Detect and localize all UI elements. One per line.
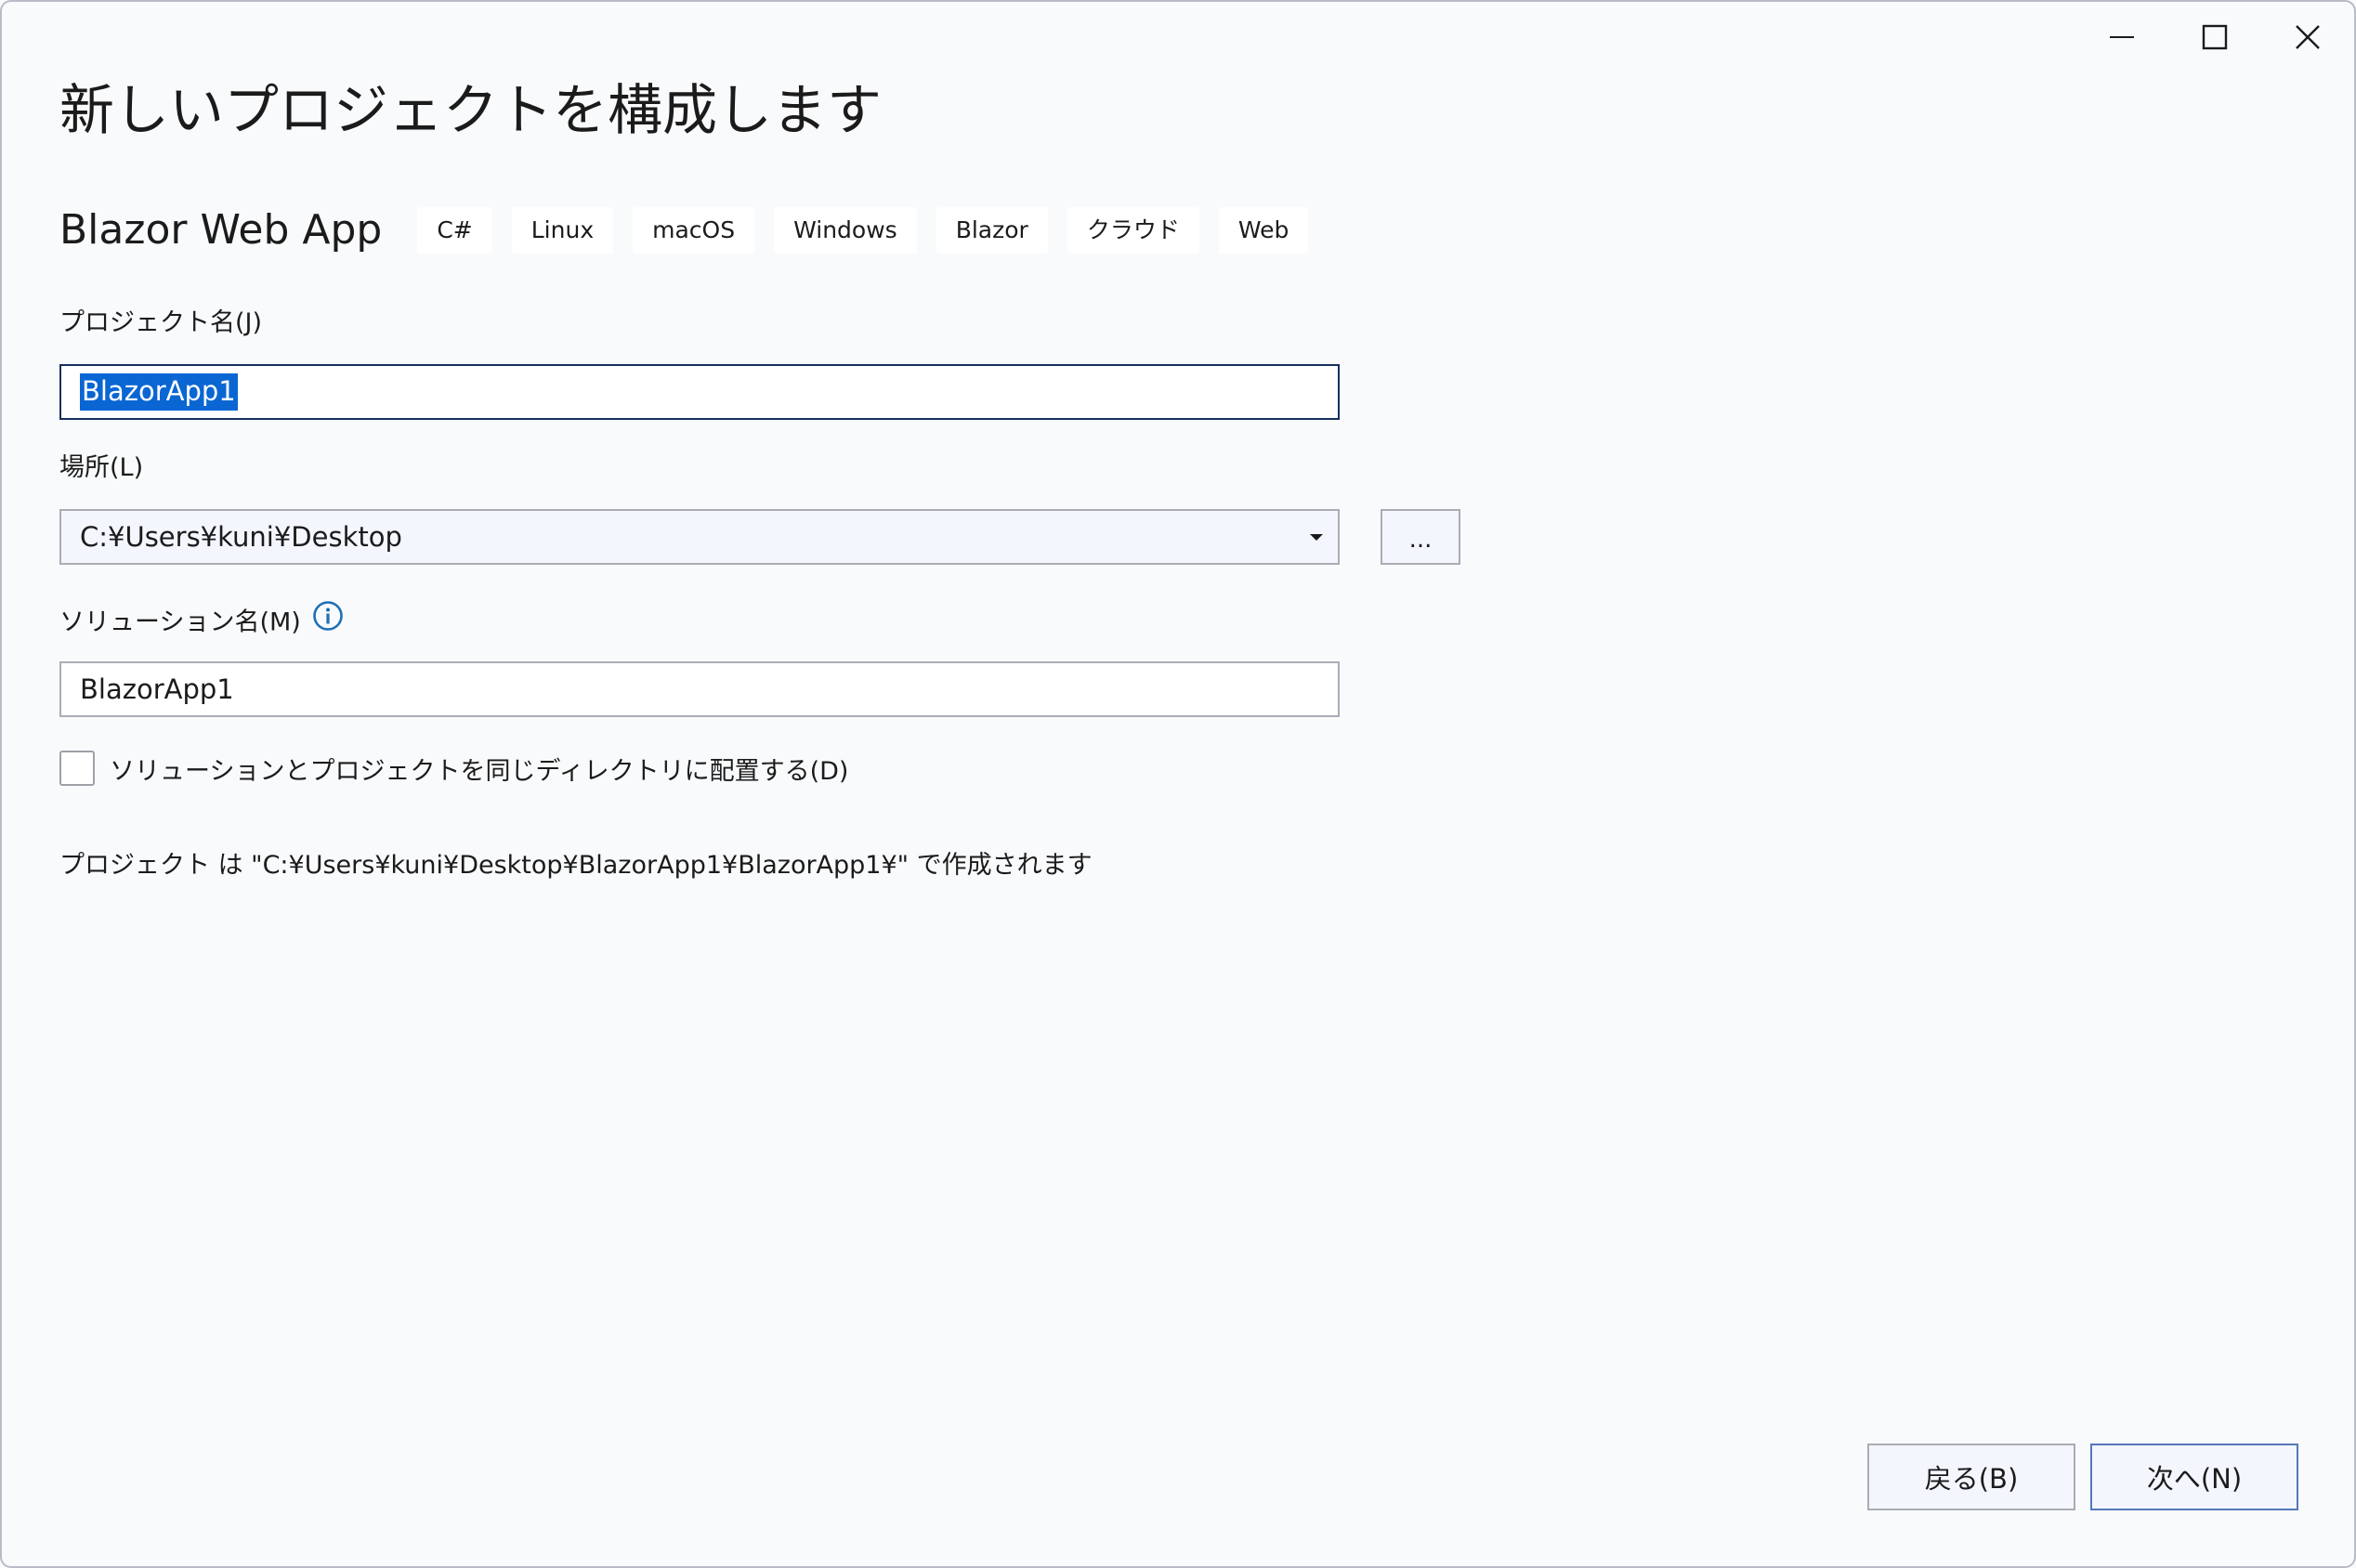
maximize-button[interactable] (2168, 2, 2261, 72)
back-button[interactable]: 戻る(B) (1867, 1444, 2075, 1510)
solution-name-value: BlazorApp1 (80, 673, 234, 705)
dialog-window: 新しいプロジェクトを構成します Blazor Web App C# Linux … (0, 0, 2356, 1568)
minimize-button[interactable] (2075, 2, 2168, 72)
tag-web: Web (1218, 207, 1309, 254)
project-name-input[interactable]: BlazorApp1 (59, 364, 1340, 420)
tag-cloud: クラウド (1067, 207, 1199, 254)
next-button[interactable]: 次へ(N) (2090, 1444, 2298, 1510)
tag-macos: macOS (633, 207, 755, 254)
solution-name-input[interactable]: BlazorApp1 (59, 661, 1340, 717)
tag-blazor: Blazor (936, 207, 1048, 254)
solution-name-label: ソリューション名(M) (59, 608, 301, 637)
close-button[interactable] (2261, 2, 2354, 72)
same-directory-checkbox[interactable] (59, 751, 95, 786)
tag-windows: Windows (774, 207, 917, 254)
template-name: Blazor Web App (59, 206, 383, 254)
minimize-icon (2110, 36, 2134, 38)
same-directory-option[interactable]: ソリューションとプロジェクトを同じディレクトリに配置する(D) (59, 745, 848, 791)
same-directory-label[interactable]: ソリューションとプロジェクトを同じディレクトリに配置する(D) (110, 751, 848, 787)
window-controls (2075, 2, 2354, 72)
browse-button[interactable]: ... (1381, 509, 1460, 565)
location-value: C:¥Users¥kuni¥Desktop (80, 521, 402, 553)
tag-csharp: C# (417, 207, 492, 254)
solution-name-label-row: ソリューション名(M) (59, 600, 344, 645)
dropdown-arrow-icon[interactable] (1308, 531, 1325, 542)
info-icon[interactable] (312, 600, 344, 643)
tag-linux: Linux (511, 207, 614, 254)
project-path-note: プロジェクト は "C:¥Users¥kuni¥Desktop¥BlazorAp… (59, 851, 1093, 880)
project-name-label: プロジェクト名(J) (59, 308, 263, 337)
project-name-value: BlazorApp1 (80, 373, 238, 411)
template-header: Blazor Web App C# Linux macOS Windows Bl… (59, 204, 1328, 256)
maximize-icon (2202, 24, 2228, 50)
location-label: 場所(L) (59, 453, 144, 482)
location-combobox[interactable]: C:¥Users¥kuni¥Desktop (59, 509, 1340, 565)
close-icon (2296, 25, 2320, 49)
page-title: 新しいプロジェクトを構成します (59, 78, 883, 142)
